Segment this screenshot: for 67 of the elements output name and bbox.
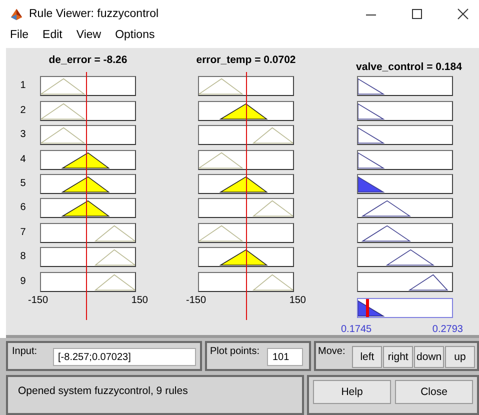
membership-plot[interactable] [40, 272, 136, 292]
maximize-icon[interactable] [411, 8, 423, 20]
app-icon [10, 8, 23, 21]
plot-points-field[interactable]: 101 [267, 348, 304, 366]
membership-plot[interactable] [198, 125, 294, 146]
rule-number: 9 [19, 274, 27, 289]
rule-number: 6 [19, 201, 27, 216]
field-label: Plot points: [210, 346, 260, 357]
rule-number: 8 [19, 250, 27, 264]
dialog-button[interactable]: Help [313, 380, 391, 404]
membership-plot[interactable] [357, 174, 453, 194]
membership-plot[interactable] [40, 247, 136, 268]
rule-number: 5 [19, 177, 27, 192]
membership-plot[interactable] [357, 198, 453, 218]
window-title: Rule Viewer: fuzzycontrol [29, 8, 159, 20]
membership-plot[interactable] [40, 150, 136, 170]
membership-plot[interactable] [357, 247, 453, 268]
range-value: 0.1745 [341, 324, 372, 335]
membership-plot[interactable] [198, 174, 294, 194]
move-button[interactable]: right [383, 346, 414, 368]
axis-tick: 150 [131, 294, 148, 306]
membership-plot[interactable] [40, 100, 136, 121]
membership-plot[interactable] [357, 222, 453, 243]
menu-item[interactable]: Edit [42, 29, 62, 42]
rule-number: 2 [19, 104, 27, 118]
rule-number: 7 [19, 226, 27, 240]
membership-plot[interactable] [357, 125, 453, 146]
rule-number: 3 [19, 128, 27, 142]
membership-plot[interactable] [40, 125, 136, 146]
range-value: 0.2793 [432, 324, 463, 335]
move-button[interactable]: up [445, 346, 475, 368]
membership-plot[interactable] [198, 272, 294, 292]
variable-title: de_error = -8.26 [48, 54, 128, 68]
membership-plot[interactable] [198, 198, 294, 218]
axis-tick: -150 [186, 294, 206, 306]
input-field[interactable]: [-8.257;0.07023] [53, 348, 196, 366]
status-text: Opened system fuzzycontrol, 9 rules [18, 385, 188, 397]
rule-number: 4 [19, 152, 27, 167]
input-marker-line[interactable] [86, 72, 88, 320]
membership-plot[interactable] [40, 174, 136, 194]
membership-plot[interactable] [357, 150, 453, 170]
close-icon[interactable] [457, 8, 469, 20]
field-label: Move: [318, 346, 346, 357]
membership-plot[interactable] [198, 150, 294, 170]
input-marker-line[interactable] [246, 72, 247, 320]
membership-plot[interactable] [198, 100, 294, 121]
membership-plot[interactable] [40, 76, 136, 96]
axis-tick: -150 [28, 294, 48, 306]
move-button[interactable]: left [352, 346, 382, 368]
membership-plot[interactable] [198, 247, 294, 268]
membership-plot[interactable] [357, 76, 453, 96]
variable-title: valve_control = 0.184 [355, 60, 463, 74]
dialog-button[interactable]: Close [395, 380, 473, 404]
menu-item[interactable]: Options [115, 29, 155, 42]
move-button[interactable]: down [414, 346, 444, 368]
menu-item[interactable]: View [76, 29, 102, 42]
membership-plot[interactable] [198, 222, 294, 243]
membership-plot[interactable] [357, 272, 453, 292]
membership-plot[interactable] [40, 222, 136, 243]
menu-item[interactable]: File [10, 29, 29, 42]
membership-plot[interactable] [198, 76, 294, 96]
variable-title: error_temp = 0.0702 [195, 54, 297, 68]
rule-number: 1 [19, 79, 27, 94]
membership-plot[interactable] [357, 100, 453, 121]
field-label: Input: [12, 346, 38, 357]
membership-plot[interactable] [40, 198, 136, 218]
axis-tick: 150 [289, 294, 306, 306]
